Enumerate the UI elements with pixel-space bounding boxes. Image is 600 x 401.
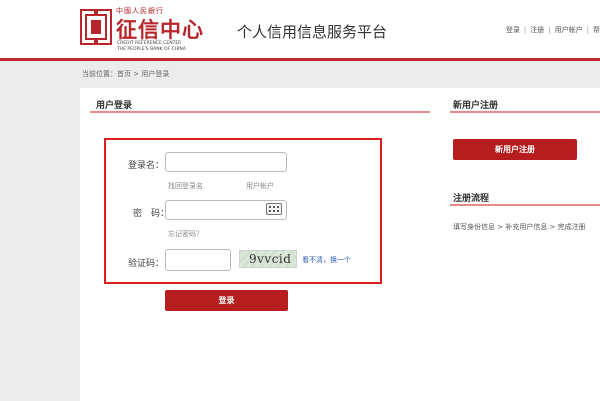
top-nav: 登录 | 注册 | 用户帐户 | 帮: [506, 25, 600, 35]
forgot-password-link[interactable]: 忘记密码？: [168, 229, 203, 239]
nav-separator: |: [548, 26, 551, 34]
password-label: 密 码：: [133, 209, 170, 219]
new-user-register-button[interactable]: 新用户注册: [453, 139, 577, 160]
logo-english-line1: CREDIT REFERENCE CENTER: [117, 41, 182, 46]
flow-section-title: 注册流程: [453, 194, 490, 204]
seal-logo-icon: [80, 9, 112, 45]
find-login-name-link[interactable]: 找回登录名: [168, 181, 203, 191]
captcha-label: 验证码：: [128, 259, 165, 269]
credit-center-logo[interactable]: 中國人民銀行 征信中心 CREDIT REFERENCE CENTER THE …: [80, 4, 203, 54]
breadcrumb: 当前位置：首页 > 用户登录: [82, 70, 170, 78]
platform-title: 个人信用信息服务平台: [237, 23, 388, 41]
logo-english-line2: THE PEOPLE'S BANK OF CHINA: [117, 47, 186, 52]
captcha-input[interactable]: [165, 249, 231, 271]
login-button[interactable]: 登录: [165, 290, 288, 311]
header: 中國人民銀行 征信中心 CREDIT REFERENCE CENTER THE …: [0, 0, 600, 58]
username-input[interactable]: [165, 152, 287, 172]
nav-separator: |: [586, 26, 589, 34]
registration-steps-text: 填写身份信息 > 补充用户信息 > 完成注册: [453, 223, 586, 231]
virtual-keyboard-icon[interactable]: [266, 203, 282, 215]
nav-register-link[interactable]: 注册: [530, 25, 544, 35]
header-divider: [0, 58, 600, 61]
logo-main-text: 征信中心: [116, 17, 204, 42]
nav-separator: |: [523, 26, 527, 34]
flow-section-divider: [450, 204, 600, 206]
register-section-divider: [450, 111, 600, 113]
nav-login-link[interactable]: 登录: [506, 25, 520, 35]
nav-help-link[interactable]: 帮: [593, 25, 600, 35]
login-section-divider: [90, 111, 430, 113]
captcha-text: 9vvcid: [249, 252, 292, 266]
user-account-link[interactable]: 用户帐户: [246, 181, 274, 191]
register-section-title: 新用户注册: [453, 101, 499, 111]
login-section-title: 用户登录: [96, 101, 133, 111]
username-label: 登录名：: [128, 161, 165, 171]
refresh-captcha-link[interactable]: 看不清，换一个: [302, 255, 351, 265]
nav-user-account-link[interactable]: 用户帐户: [555, 25, 583, 35]
captcha-image[interactable]: 9vvcid: [239, 250, 297, 268]
